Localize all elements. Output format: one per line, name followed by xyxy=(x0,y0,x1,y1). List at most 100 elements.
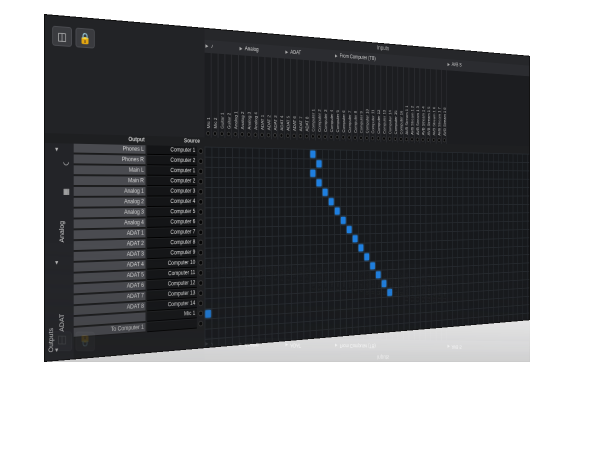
group-expand-icon[interactable]: ▶ xyxy=(335,50,338,62)
route-cell-active[interactable] xyxy=(310,169,316,177)
route-cell-active[interactable] xyxy=(346,226,352,234)
output-name: Main L xyxy=(73,165,146,176)
output-meter-dot xyxy=(198,249,204,256)
input-meter-dot xyxy=(206,130,211,136)
headphones-icon: ◡ xyxy=(63,157,70,167)
output-meter-dot xyxy=(198,199,204,205)
source-name[interactable]: Computer 4 xyxy=(147,197,197,207)
window-icon[interactable]: ◫ xyxy=(52,25,72,47)
input-meter-dot xyxy=(353,135,357,140)
output-row[interactable]: Analog 1 Computer 3 xyxy=(73,187,205,198)
source-name[interactable]: Computer 8 xyxy=(147,237,197,249)
route-cell-active[interactable] xyxy=(340,216,346,224)
route-cell-active[interactable] xyxy=(381,280,387,288)
routing-view: ◫ 🔒 Inputs ▶ ♪ ▶ Analog ▶ ADAT ▶ From Computer … xyxy=(44,14,530,362)
output-meter-dot xyxy=(198,269,204,276)
route-cell-active[interactable] xyxy=(310,150,316,158)
route-cell-active[interactable] xyxy=(364,253,370,261)
route-cell-active[interactable] xyxy=(352,235,358,243)
output-meter-dot xyxy=(198,300,204,307)
source-name[interactable]: Computer 2 xyxy=(147,155,197,166)
input-group-label: AVB S xyxy=(451,343,462,349)
input-meter-dot xyxy=(437,138,441,143)
route-cell-active[interactable] xyxy=(358,244,364,252)
output-meter-dot xyxy=(198,168,204,175)
route-cell-active[interactable] xyxy=(205,310,211,318)
output-name: Analog 4 xyxy=(73,218,146,230)
source-name[interactable]: Computer 1 xyxy=(147,166,197,176)
input-meter-dot xyxy=(226,131,231,137)
route-cell-active[interactable] xyxy=(328,198,334,206)
input-meter-dot xyxy=(404,137,409,142)
source-name[interactable]: Computer 2 xyxy=(147,176,197,187)
output-meter-dot xyxy=(198,188,204,195)
input-meter-dot xyxy=(329,134,333,140)
input-column[interactable]: Guitar 2 xyxy=(225,54,233,139)
input-meter-dot xyxy=(279,133,284,138)
output-meter-dot xyxy=(198,209,204,215)
input-column[interactable]: Analog 2 xyxy=(238,55,246,139)
input-meter-dot xyxy=(442,138,446,143)
route-cell-active[interactable] xyxy=(334,207,340,215)
output-meter-dot xyxy=(198,310,204,317)
collapse-triangle-icon[interactable]: ▼ xyxy=(54,348,59,354)
input-meter-dot xyxy=(359,135,363,140)
output-row[interactable]: Main L Computer 1 xyxy=(73,165,205,177)
input-meter-dot xyxy=(388,136,392,141)
output-name: ADAT 1 xyxy=(73,228,146,241)
stage: ◫ 🔒 Inputs ▶ ♪ ▶ Analog ▶ ADAT ▶ From Computer … xyxy=(0,0,600,473)
route-cell-active[interactable] xyxy=(370,262,375,270)
source-name[interactable]: Computer 5 xyxy=(147,207,197,218)
output-name: Analog 1 xyxy=(73,187,146,197)
input-column[interactable]: Mic 1 xyxy=(204,52,212,138)
group-expand-icon: ▶ xyxy=(447,343,450,349)
input-meter-dot xyxy=(317,134,321,139)
routing-grid[interactable] xyxy=(204,146,530,350)
group-expand-icon[interactable]: ▶ xyxy=(205,40,208,53)
input-meter-dot xyxy=(399,136,403,142)
input-meter-dot xyxy=(421,137,425,142)
source-name[interactable]: Computer 3 xyxy=(147,187,197,197)
input-column[interactable]: Analog 3 xyxy=(245,55,253,139)
inputs-title: Inputs xyxy=(204,349,530,362)
input-column[interactable]: AVB Stream 1 8 xyxy=(441,69,448,144)
input-meter-dot xyxy=(298,133,303,139)
input-meter-dot xyxy=(273,133,277,138)
input-meter-dot xyxy=(219,131,224,137)
source-name[interactable]: Computer 7 xyxy=(147,227,197,239)
output-name: Phones L xyxy=(73,143,146,155)
input-column[interactable]: Mic 2 xyxy=(211,53,219,138)
input-column[interactable]: Guitar 1 xyxy=(218,53,226,138)
group-expand-icon[interactable]: ▶ xyxy=(448,59,450,70)
input-group-label: Analog xyxy=(244,46,259,54)
input-meter-dot xyxy=(382,136,386,141)
input-meter-dot xyxy=(432,137,436,143)
output-name: Phones R xyxy=(73,154,146,166)
input-column[interactable]: Analog 1 xyxy=(232,54,239,139)
output-meter-dot xyxy=(198,229,204,236)
input-meter-dot xyxy=(233,131,238,137)
source-name[interactable] xyxy=(147,319,197,333)
group-expand-icon[interactable]: ▶ xyxy=(285,46,288,59)
lock-icon[interactable]: 🔒 xyxy=(75,27,95,49)
route-cell-active[interactable] xyxy=(387,289,392,296)
input-meter-dot xyxy=(393,136,397,141)
source-name[interactable]: Computer 6 xyxy=(147,217,197,228)
input-group-label: ADAT xyxy=(290,50,302,57)
input-meter-dot xyxy=(286,133,290,138)
routing-matrix-window: ◫ 🔒 Inputs ▶ ♪ ▶ Analog ▶ ADAT ▶ From Computer … xyxy=(44,14,530,362)
route-cell-active[interactable] xyxy=(322,188,328,196)
output-group-sidebar: Outputs Analog ADAT ▼ ◡ ▦ ▼ ▼ xyxy=(44,143,74,362)
input-meter-dot xyxy=(253,132,258,138)
collapse-triangle-icon[interactable]: ▼ xyxy=(54,147,59,153)
collapse-triangle-icon[interactable]: ▼ xyxy=(54,260,59,266)
analog-group-label: Analog xyxy=(59,220,66,243)
route-cell-active[interactable] xyxy=(376,271,381,279)
source-name[interactable]: Computer 1 xyxy=(147,145,197,156)
route-cell-active[interactable] xyxy=(316,179,322,187)
toolbar: ◫ 🔒 xyxy=(44,15,205,138)
group-expand-icon[interactable]: ▶ xyxy=(240,43,243,56)
route-cell-active[interactable] xyxy=(316,160,322,168)
output-row[interactable]: Main R Computer 2 xyxy=(73,176,205,187)
input-meter-dot xyxy=(246,132,251,137)
